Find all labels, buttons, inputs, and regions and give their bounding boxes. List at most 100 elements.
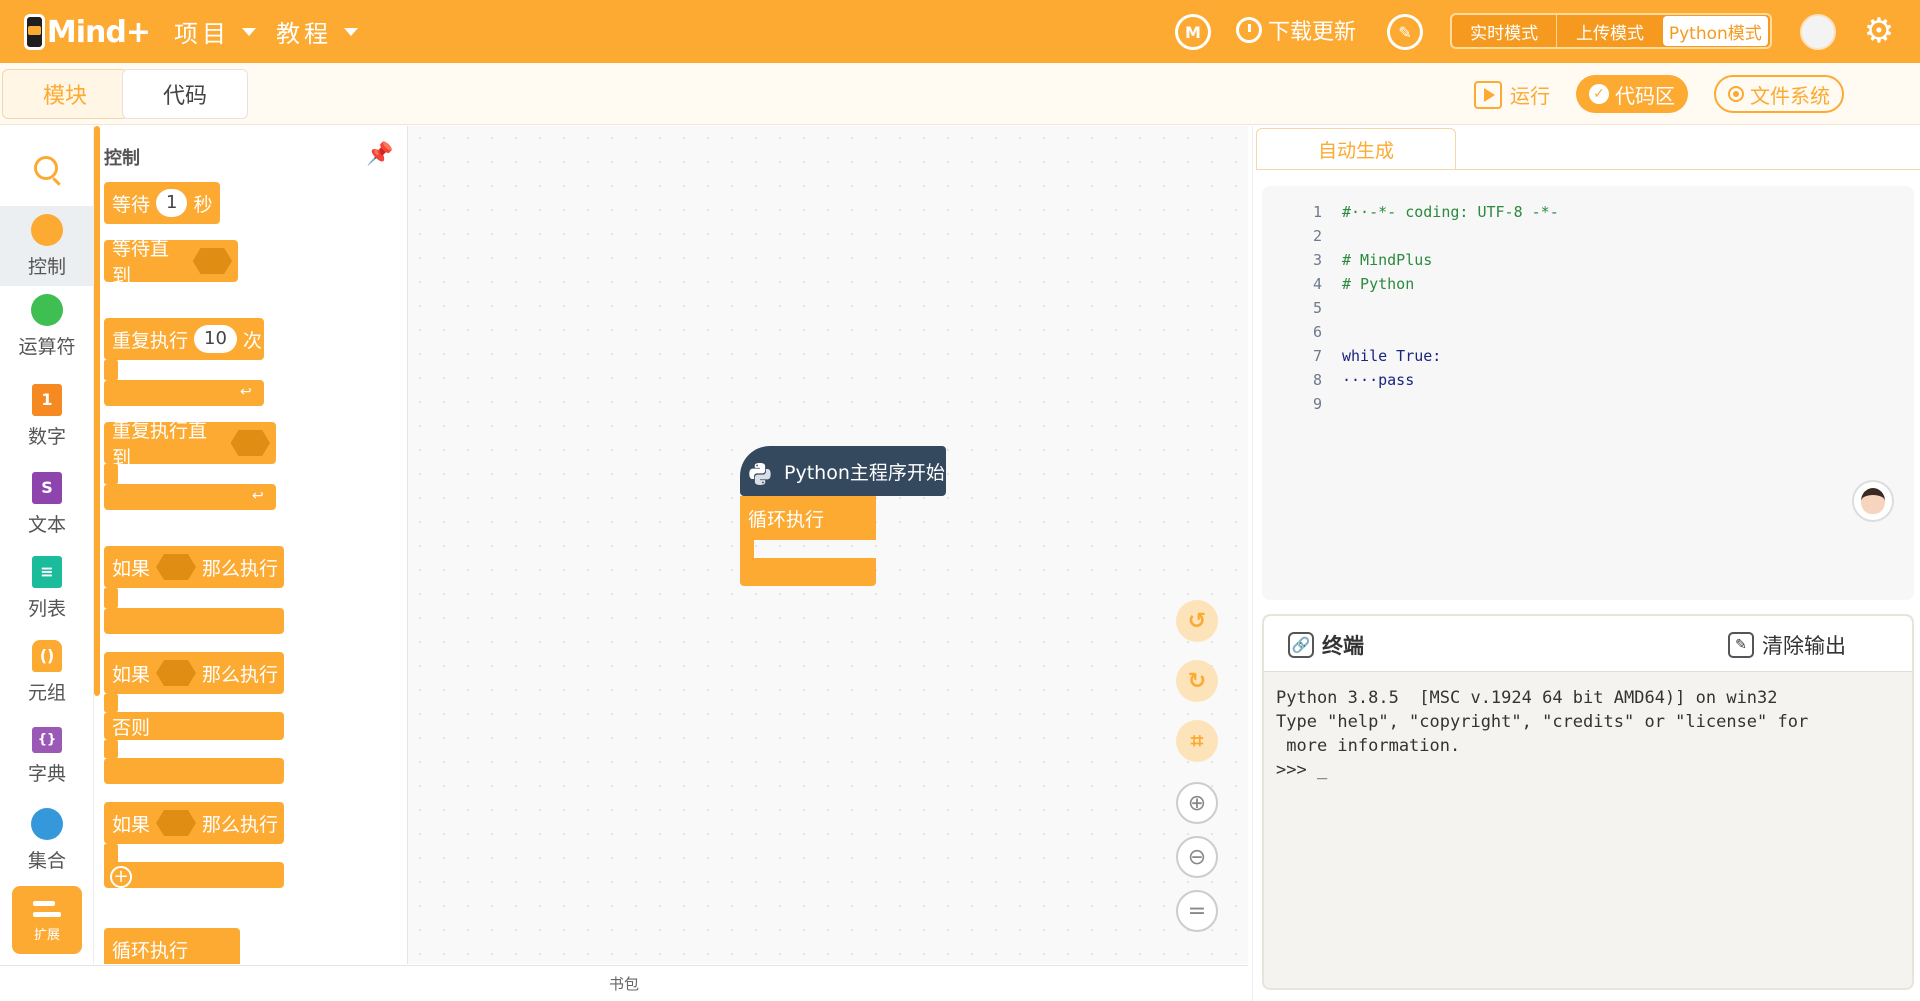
download-update-button[interactable]: 下载更新 [1236, 14, 1356, 46]
terminal-line: >>> _ [1276, 760, 1328, 780]
category-set[interactable]: 集合 [0, 800, 94, 880]
tab-auto-generate[interactable]: 自动生成 [1256, 128, 1456, 170]
category-operators[interactable]: 运算符 [0, 286, 94, 366]
clear-output-button[interactable]: ✎ 清除输出 [1728, 630, 1846, 660]
boolean-slot[interactable] [156, 660, 197, 686]
boolean-slot[interactable] [156, 554, 197, 580]
menu-tutorial-label: 教程 [276, 20, 332, 48]
feedback-edit-icon[interactable]: ✎ [1387, 14, 1423, 50]
backpack-bar[interactable]: 书包 [0, 965, 1248, 1001]
wait-seconds-input[interactable]: 1 [156, 189, 188, 217]
extension-button[interactable]: 扩展 [12, 886, 82, 954]
block-foot [104, 758, 284, 784]
menu-tutorial[interactable]: 教程 [276, 14, 358, 49]
code-area-toggle[interactable]: ✓ 代码区 [1576, 75, 1688, 113]
block-arm [104, 740, 118, 758]
block-text: 如果 [112, 813, 151, 836]
loop-arm [740, 540, 754, 558]
tab-code[interactable]: 代码 [122, 69, 248, 119]
user-avatar[interactable] [1800, 14, 1836, 50]
filesystem-button[interactable]: 文件系统 [1714, 75, 1844, 113]
terminal-title: 🔗 终端 [1288, 630, 1364, 660]
code-text: # Python [1342, 275, 1415, 293]
line-number: 1 [1312, 203, 1322, 221]
category-control[interactable]: 控制 [0, 206, 94, 286]
clear-output-label: 清除输出 [1762, 634, 1846, 658]
block-if-then[interactable]: 如果 那么执行 [104, 546, 284, 588]
block-text: 那么执行 [202, 557, 279, 580]
menu-project-label: 项目 [174, 20, 230, 48]
boolean-slot[interactable] [192, 248, 232, 274]
code-area-label: 代码区 [1615, 83, 1675, 108]
mode-upload[interactable]: 上传模式 [1557, 15, 1662, 47]
code-editor[interactable]: 1 #··-*- coding: UTF-8 -*- 2 3 # MindPlus 4 # … [1262, 186, 1914, 600]
line-number: 9 [1312, 395, 1322, 413]
category-label: 列表 [27, 597, 66, 620]
avatar-face-icon [1861, 488, 1885, 514]
block-wait-until[interactable]: 等待直到 [104, 238, 238, 287]
line-number: 3 [1312, 251, 1322, 269]
loop-label: 循环执行 [748, 508, 825, 531]
chevron-down-icon [242, 27, 256, 36]
redo-icon[interactable]: ↻ [1176, 660, 1218, 702]
mindplus-logo[interactable]: Mind+ [24, 10, 151, 54]
zoom-reset-icon[interactable]: = [1176, 890, 1218, 932]
crop-icon[interactable]: ⌗ [1176, 720, 1218, 762]
block-workspace[interactable] [408, 126, 1248, 964]
community-icon[interactable]: M [1175, 14, 1211, 50]
code-text: #··-*- coding: UTF-8 -*- [1342, 203, 1559, 221]
pin-icon[interactable]: 📌 [366, 142, 393, 167]
logo-text: Mind+ [46, 14, 151, 50]
category-tuple[interactable]: () 元组 [0, 632, 94, 712]
block-wait[interactable]: 等待 1 秒 [104, 182, 220, 224]
mode-python[interactable]: Python模式 [1662, 16, 1768, 46]
repeat-count-input[interactable]: 10 [194, 325, 237, 353]
code-line: 3 # MindPlus [1262, 248, 1914, 272]
menu-project[interactable]: 项目 [174, 14, 256, 49]
block-text: 重复执行 [112, 329, 189, 352]
terminal-line: more information. [1276, 736, 1461, 756]
boolean-slot[interactable] [230, 430, 270, 456]
block-if-else[interactable]: 如果 那么执行 [104, 652, 284, 694]
top-bar: Mind+ 项目 教程 M 下载更新 ✎ 实时模式 上传模式 Python模式 … [0, 0, 1920, 63]
block-arm [104, 360, 118, 380]
run-button[interactable]: 运行 [1474, 80, 1550, 109]
category-numbers[interactable]: 1 数字 [0, 376, 94, 456]
category-label: 字典 [27, 762, 66, 785]
clipboard-icon: ≡ [32, 555, 62, 588]
mode-realtime[interactable]: 实时模式 [1452, 15, 1558, 47]
block-if-then-mutator[interactable]: 如果 那么执行 [104, 802, 284, 844]
terminal-title-label: 终端 [1322, 634, 1364, 658]
block-forever[interactable]: 循环执行 [104, 928, 240, 964]
lock-icon: () [32, 639, 62, 672]
terminal-output[interactable]: Python 3.8.5 [MSC v.1924 64 bit AMD64)] … [1276, 686, 1906, 782]
block-foot [104, 608, 284, 634]
link-icon: 🔗 [1288, 632, 1314, 658]
radio-icon [1728, 86, 1744, 102]
line-number: 7 [1312, 347, 1322, 365]
chevron-down-icon [344, 27, 358, 36]
search-icon[interactable] [34, 156, 58, 180]
text-icon: S [32, 471, 62, 504]
boolean-slot[interactable] [156, 810, 197, 836]
undo-icon[interactable]: ↺ [1176, 600, 1218, 642]
block-repeat[interactable]: 重复执行 10 次 [104, 318, 264, 360]
code-line: 7 while True: [1262, 344, 1914, 368]
code-line: 2 [1262, 224, 1914, 248]
category-list[interactable]: ≡ 列表 [0, 548, 94, 628]
tab-blocks[interactable]: 模块 [2, 69, 128, 119]
assistant-avatar[interactable] [1852, 480, 1894, 522]
zoom-out-icon[interactable]: ⊖ [1176, 836, 1218, 878]
gear-icon[interactable]: ⚙ [1862, 14, 1896, 48]
category-text[interactable]: S 文本 [0, 464, 94, 544]
venn-icon [31, 807, 63, 840]
plus-icon[interactable]: + [110, 866, 132, 888]
block-repeat-until[interactable]: 重复执行直到 [104, 420, 276, 469]
category-label: 数字 [27, 425, 66, 448]
forever-loop-block[interactable]: 循环执行 [740, 496, 876, 540]
run-label: 运行 [1510, 84, 1550, 108]
category-dict[interactable]: {} 字典 [0, 716, 94, 796]
zoom-in-icon[interactable]: ⊕ [1176, 782, 1218, 824]
block-text: 那么执行 [202, 663, 279, 686]
terminal-line: Type "help", "copyright", "credits" or "… [1276, 712, 1809, 732]
